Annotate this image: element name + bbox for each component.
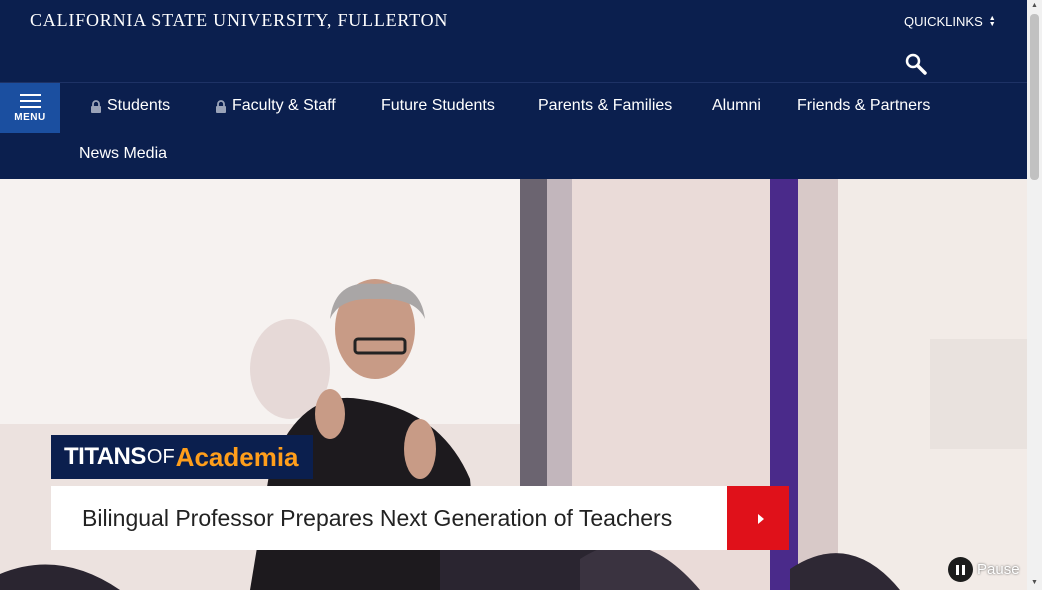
menu-button[interactable]: MENU (0, 83, 60, 133)
nav-item-label: Students (107, 97, 171, 114)
nav-item-alumni[interactable]: Alumni (712, 97, 761, 115)
badge-word-of: OF (146, 445, 175, 468)
scroll-up-icon[interactable]: ▲ (1027, 0, 1042, 12)
nav-item-faculty-staff[interactable]: Faculty & Staff (215, 97, 336, 115)
badge-word-titans: TITANS (64, 443, 146, 470)
series-badge: TITANS OF Academia (51, 435, 313, 479)
scroll-thumb[interactable] (1030, 14, 1039, 180)
menu-label: MENU (14, 112, 46, 123)
lock-icon (216, 99, 226, 113)
quicklinks-dropdown[interactable]: QUICKLINKS ▲ ▼ (904, 14, 996, 29)
pause-icon (948, 557, 973, 582)
site-title[interactable]: CALIFORNIA STATE UNIVERSITY, FULLERTON (30, 10, 448, 31)
nav-item-parents-families[interactable]: Parents & Families (538, 97, 672, 115)
hamburger-icon (20, 94, 41, 112)
quicklinks-label: QUICKLINKS (904, 14, 983, 29)
pause-label: Pause (977, 561, 1020, 578)
search-icon (905, 53, 927, 75)
nav-item-news-media[interactable]: News Media (79, 145, 167, 163)
nav-item-students[interactable]: Students (90, 97, 170, 115)
pause-button[interactable]: Pause (948, 557, 1020, 582)
scroll-down-icon[interactable]: ▼ (1027, 577, 1042, 589)
site-header: CALIFORNIA STATE UNIVERSITY, FULLERTON Q… (0, 0, 1027, 179)
nav-item-label: Future Students (381, 97, 495, 114)
nav-item-label: Faculty & Staff (232, 97, 336, 114)
sort-arrows-icon: ▲ ▼ (988, 14, 996, 28)
nav-item-label: News Media (79, 145, 168, 162)
nav-item-label: Alumni (712, 97, 761, 114)
lock-icon (91, 99, 101, 113)
hero-headline-link[interactable]: Bilingual Professor Prepares Next Genera… (51, 486, 727, 550)
nav-item-label: Parents & Families (538, 97, 673, 114)
page-scrollbar[interactable]: ▲ ▼ (1027, 0, 1042, 590)
play-arrow-icon (758, 514, 764, 524)
badge-word-academia: Academia (175, 441, 299, 472)
nav-item-future-students[interactable]: Future Students (381, 97, 495, 115)
nav-item-friends-partners[interactable]: Friends & Partners (797, 97, 930, 115)
search-button[interactable] (904, 52, 928, 76)
headline-arrow-button[interactable] (727, 486, 789, 550)
nav-item-label: Friends & Partners (797, 97, 931, 114)
